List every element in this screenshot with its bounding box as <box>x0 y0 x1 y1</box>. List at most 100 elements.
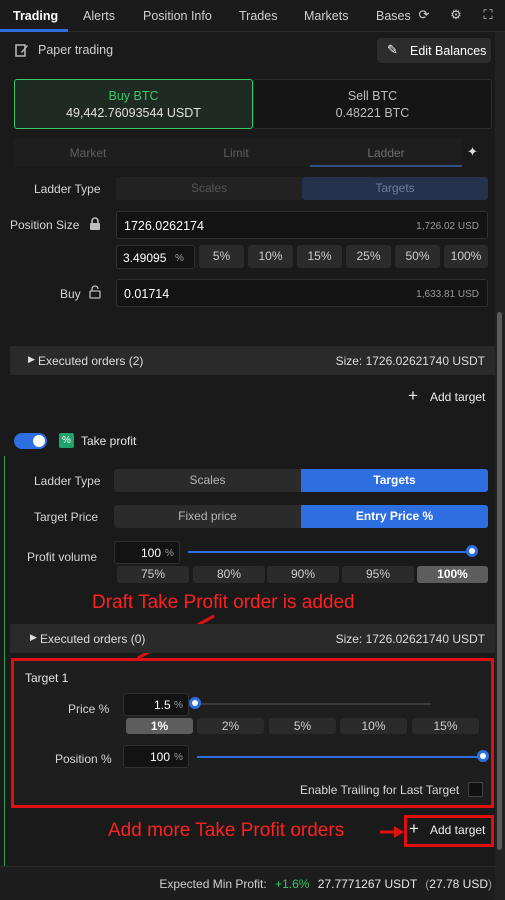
profit-volume-slider[interactable] <box>188 545 478 559</box>
ladder-scales-option[interactable]: Scales <box>116 177 302 200</box>
position-size-label: Position Size <box>10 218 80 232</box>
edit-balances-button[interactable]: ✎ Edit Balances <box>377 38 491 63</box>
target-1-price-input[interactable]: 1.5 % <box>123 693 189 716</box>
position-size-value: 1726.0262174 <box>124 219 204 233</box>
profit-chip[interactable]: 95% <box>342 566 414 583</box>
sparkle-icon[interactable]: ✦ <box>467 144 483 160</box>
plus-icon: + <box>409 819 419 838</box>
sell-btc-button[interactable]: Sell BTC 0.48221 BTC <box>253 79 492 129</box>
tab-market[interactable]: Market <box>14 146 162 160</box>
tab-markets[interactable]: Markets <box>304 0 348 32</box>
refresh-icon[interactable]: ⟳ <box>416 7 432 23</box>
add-target-top-label: Add target <box>430 390 486 404</box>
buy-amount-input[interactable]: 0.01714 1,633.81 USD <box>116 279 488 307</box>
profit-chip[interactable]: 80% <box>193 566 265 583</box>
take-profit-section-line <box>4 456 5 866</box>
slider-fill <box>188 551 472 553</box>
percent-input[interactable]: 3.49095 % <box>116 245 195 269</box>
percent-chip[interactable]: 5% <box>199 245 244 268</box>
position-size-input[interactable]: 1726.0262174 1,726.02 USD <box>116 211 488 239</box>
tab-trades[interactable]: Trades <box>239 0 277 32</box>
target-1-position-input[interactable]: 100 % <box>123 745 189 768</box>
slider-knob[interactable] <box>189 697 201 709</box>
slider-knob[interactable] <box>466 545 478 557</box>
price-chip[interactable]: 10% <box>340 718 407 734</box>
take-profit-toggle[interactable] <box>14 433 47 449</box>
expected-profit-pct: +1.6% <box>275 877 310 891</box>
target-1-position-slider[interactable] <box>197 750 489 764</box>
add-target-bottom-button[interactable]: + Add target <box>407 819 491 838</box>
entry-price-percent-option[interactable]: Entry Price % <box>301 505 488 528</box>
caret-right-icon: ▶ <box>28 354 35 364</box>
fixed-price-option[interactable]: Fixed price <box>114 505 301 528</box>
tp-ladder-scales-option[interactable]: Scales <box>114 469 301 492</box>
sell-btc-balance: 0.48221 BTC <box>335 106 410 120</box>
profit-chip[interactable]: 75% <box>117 566 189 583</box>
percent-unit: % <box>175 253 184 264</box>
tab-alerts[interactable]: Alerts <box>83 0 115 32</box>
slider-knob[interactable] <box>477 750 489 762</box>
buy-btc-balance: 49,442.76093544 USDT <box>66 106 201 120</box>
percent-value: 3.49095 <box>123 251 167 265</box>
percent-chip[interactable]: 100% <box>444 245 488 268</box>
tab-limit[interactable]: Limit <box>162 146 310 160</box>
toggle-knob <box>33 435 45 447</box>
annotation-more-text: Add more Take Profit orders <box>108 820 345 841</box>
tab-ladder[interactable]: Ladder <box>310 146 462 160</box>
lock-icon[interactable] <box>89 217 101 231</box>
profit-volume-value: 100 <box>141 546 162 560</box>
price-chip[interactable]: 5% <box>269 718 336 734</box>
target-1-price-slider[interactable] <box>189 697 437 711</box>
buy-amount-value: 0.01714 <box>124 287 170 301</box>
target-1-position-unit: % <box>174 752 183 763</box>
tab-bases[interactable]: Bases <box>376 0 411 32</box>
annotation-draft-text: Draft Take Profit order is added <box>92 592 355 613</box>
paper-trading-label: Paper trading <box>38 43 114 57</box>
executed-orders-bottom[interactable]: ▶ Executed orders (0) Size: 1726.0262174… <box>10 624 495 653</box>
paper-trading-icon <box>15 43 29 57</box>
expected-profit-usd: 27.78 USD <box>429 877 488 891</box>
tp-ladder-type-label: Ladder Type <box>34 474 101 488</box>
profit-chip-selected[interactable]: 100% <box>417 566 488 583</box>
expected-profit-label: Expected Min Profit: <box>159 877 267 891</box>
tab-bar: Trading Alerts Position Info Trades Mark… <box>0 0 505 32</box>
gear-icon[interactable]: ⚙ <box>448 7 464 23</box>
percent-chip[interactable]: 25% <box>346 245 391 268</box>
buy-btc-button[interactable]: Buy BTC 49,442.76093544 USDT <box>14 79 253 129</box>
target-1-price-unit: % <box>174 700 183 711</box>
price-chip-selected[interactable]: 1% <box>126 718 193 734</box>
percent-chip[interactable]: 50% <box>395 245 440 268</box>
unlock-icon[interactable] <box>89 285 101 299</box>
expand-icon[interactable]: ⛶ <box>480 7 496 23</box>
take-profit-label: Take profit <box>81 434 137 448</box>
target-1-price-value: 1.5 <box>154 698 171 712</box>
percent-badge-icon: % <box>59 433 74 448</box>
target-1-title: Target 1 <box>25 671 69 685</box>
buy-amount-usd: 1,633.81 USD <box>416 289 479 300</box>
tab-trading[interactable]: Trading <box>13 0 58 32</box>
target-1-position-value: 100 <box>150 750 171 764</box>
add-target-top-button[interactable]: + Add target <box>408 386 492 405</box>
order-type-tabs: Market Limit Ladder <box>14 139 462 167</box>
price-chip[interactable]: 2% <box>197 718 264 734</box>
profit-volume-input[interactable]: 100 % <box>114 541 180 564</box>
slider-fill <box>197 756 483 758</box>
ladder-targets-option[interactable]: Targets <box>302 177 488 200</box>
active-tab-indicator <box>0 29 68 32</box>
percent-chip[interactable]: 15% <box>297 245 342 268</box>
plus-icon: + <box>408 386 418 405</box>
profit-chip[interactable]: 90% <box>267 566 339 583</box>
executed-orders-top[interactable]: ▶ Executed orders (2) Size: 1726.0262174… <box>10 346 495 375</box>
ladder-tab-indicator <box>310 165 462 167</box>
price-chip[interactable]: 15% <box>412 718 479 734</box>
target-price-label: Target Price <box>34 510 99 524</box>
percent-chip[interactable]: 10% <box>248 245 293 268</box>
executed-orders-bottom-size: Size: 1726.02621740 USDT <box>335 632 485 646</box>
trailing-checkbox[interactable] <box>468 782 483 797</box>
tp-ladder-targets-option[interactable]: Targets <box>301 469 488 492</box>
expected-profit-row: Expected Min Profit: +1.6% 27.7771267 US… <box>159 877 492 891</box>
target-1-card: Target 1 Price % 1.5 % 1% 2% 5% 10% 15% … <box>14 661 491 805</box>
executed-orders-top-size: Size: 1726.02621740 USDT <box>335 354 485 368</box>
tab-position-info[interactable]: Position Info <box>143 0 212 32</box>
scrollbar-thumb[interactable] <box>497 312 502 850</box>
